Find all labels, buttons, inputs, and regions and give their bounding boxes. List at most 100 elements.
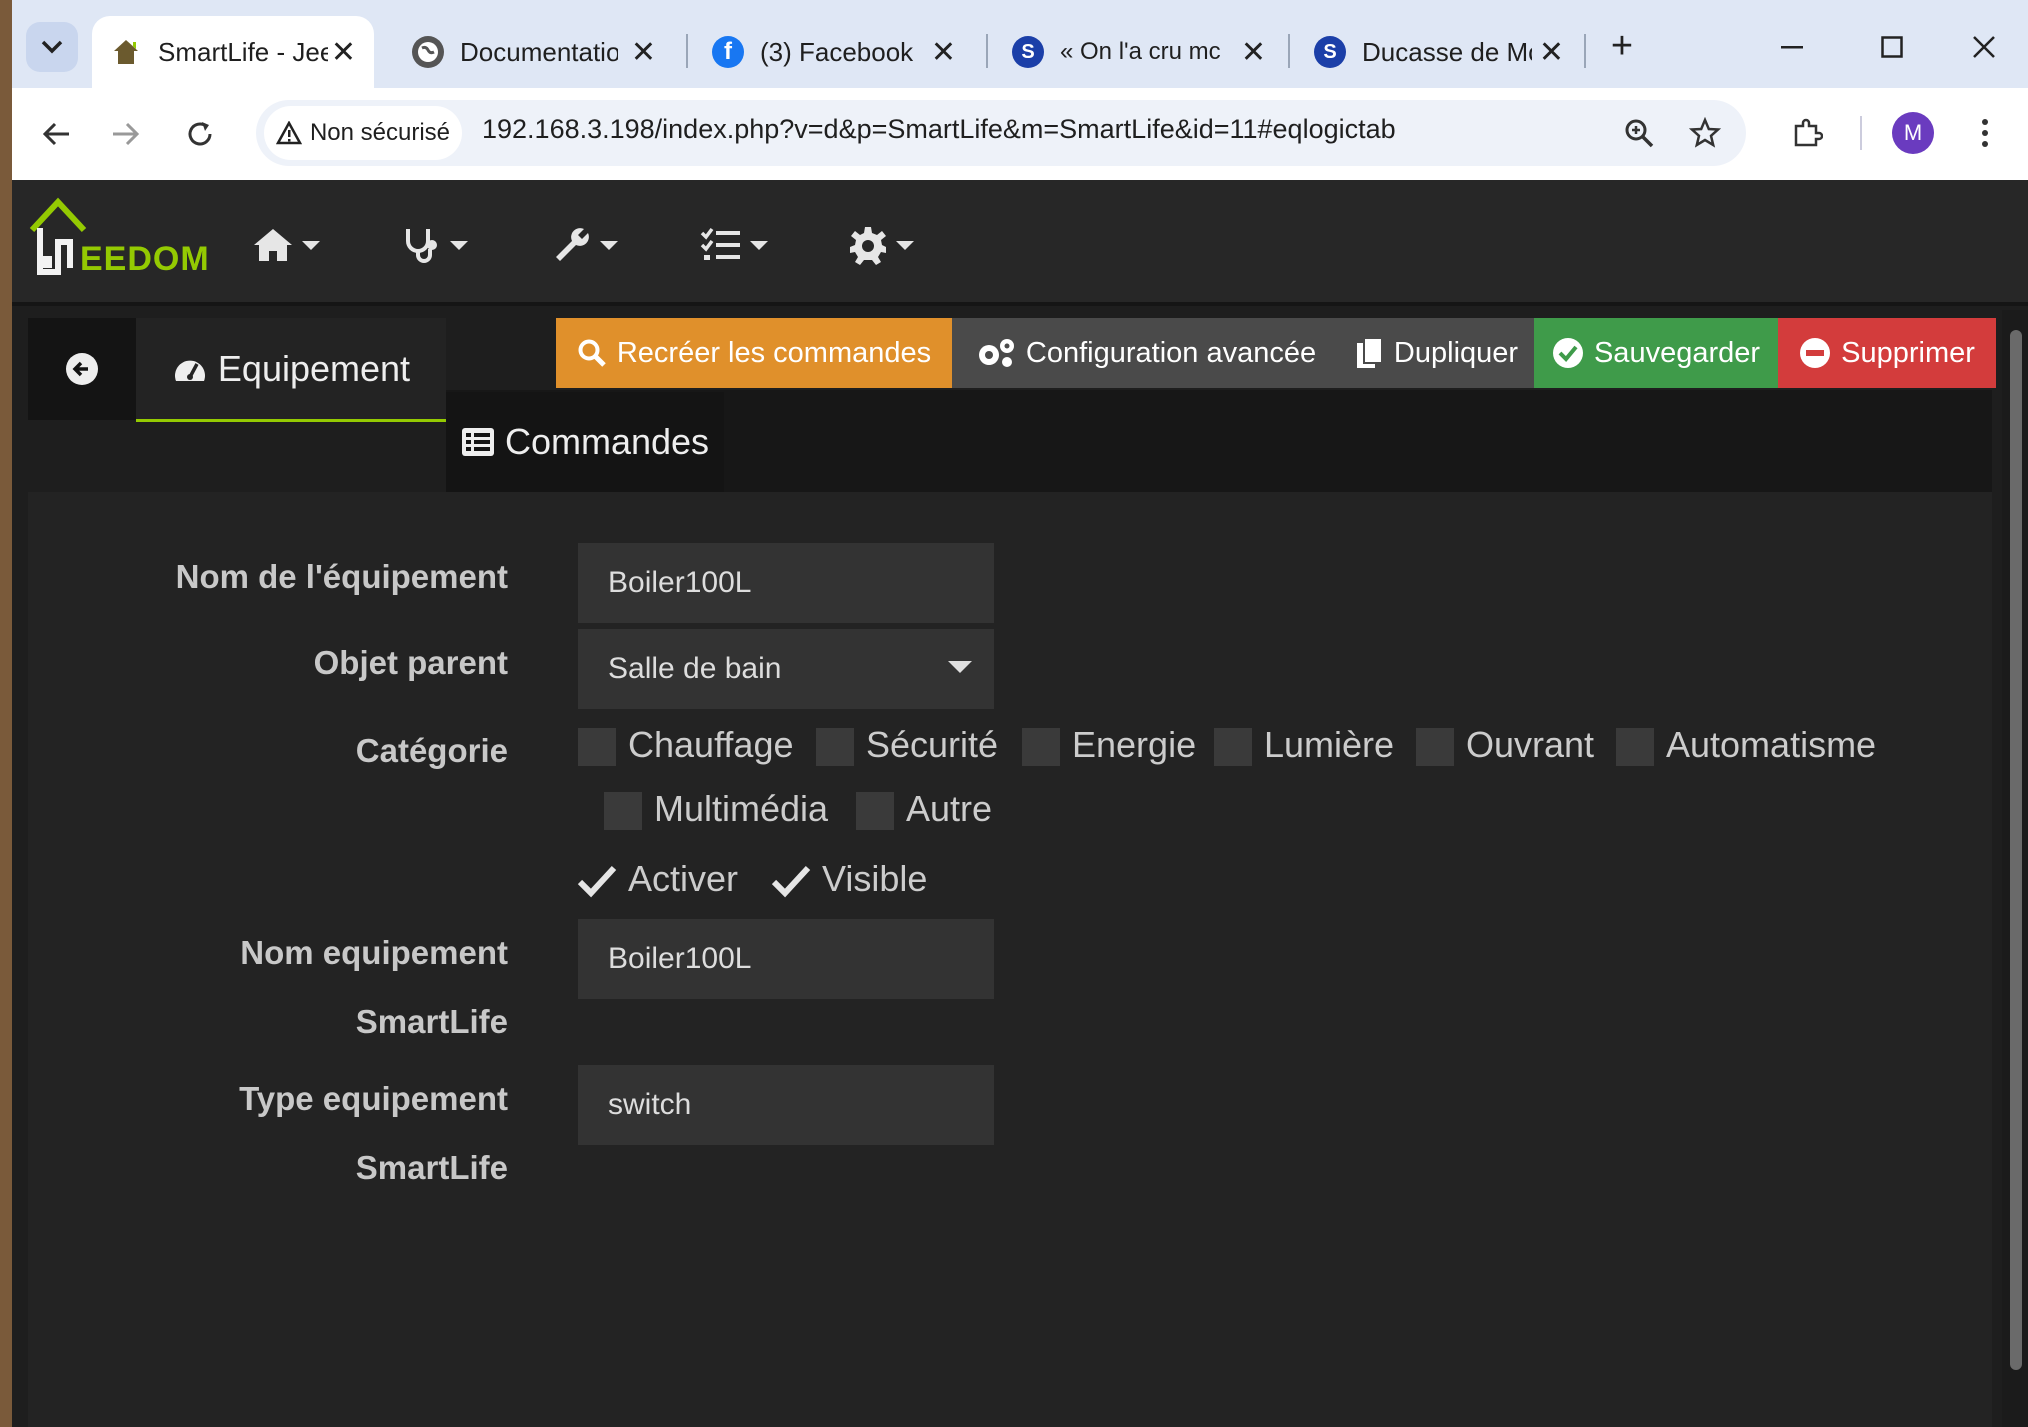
tab-separator bbox=[1288, 34, 1290, 68]
chevron-down-icon bbox=[41, 40, 63, 54]
check-circle-icon bbox=[1552, 338, 1583, 368]
close-tab-icon[interactable]: ✕ bbox=[631, 35, 656, 70]
caret-down-icon bbox=[450, 240, 468, 250]
caret-down-icon bbox=[896, 240, 914, 250]
more-vertical-icon bbox=[1982, 119, 1988, 147]
delete-button[interactable]: Supprimer bbox=[1778, 318, 1996, 388]
close-tab-icon[interactable]: ✕ bbox=[1539, 35, 1564, 70]
wrench-icon bbox=[556, 228, 589, 261]
scrollbar-thumb[interactable] bbox=[2010, 330, 2022, 1370]
advanced-config-button[interactable]: Configuration avancée bbox=[952, 318, 1340, 388]
plugins-menu[interactable] bbox=[700, 218, 768, 272]
maximize-button[interactable] bbox=[1862, 22, 1922, 72]
button-label: Configuration avancée bbox=[1025, 336, 1317, 369]
category-label-autre: Autre bbox=[906, 788, 993, 829]
equipment-name-input[interactable]: Boiler100L bbox=[578, 543, 994, 623]
category-checkbox-autre[interactable] bbox=[856, 792, 894, 830]
close-tab-icon[interactable]: ✕ bbox=[331, 35, 356, 70]
category-label-automatisme: Automatisme bbox=[1666, 724, 1877, 765]
tab-title: SmartLife - Jee bbox=[158, 36, 328, 67]
forward-button[interactable] bbox=[100, 108, 152, 160]
category-label-ouvrant: Ouvrant bbox=[1466, 724, 1595, 765]
tab-article-2[interactable]: S Ducasse de Mc ✕ bbox=[1296, 16, 1582, 88]
smartlife-name-label-line2: SmartLife bbox=[355, 1003, 508, 1040]
visible-checkbox[interactable] bbox=[770, 860, 812, 902]
security-indicator[interactable]: Non sécurisé bbox=[264, 106, 462, 160]
duplicate-button[interactable]: Dupliquer bbox=[1340, 318, 1534, 388]
new-tab-button[interactable]: + bbox=[1602, 25, 1642, 67]
tab-separator bbox=[1584, 34, 1586, 68]
back-to-list-button[interactable] bbox=[28, 318, 136, 420]
arrow-left-icon bbox=[42, 122, 69, 146]
smartlife-type-input[interactable]: switch bbox=[578, 1065, 994, 1145]
tab-commandes[interactable]: Commandes bbox=[446, 392, 724, 492]
category-checkbox-securite[interactable] bbox=[816, 728, 854, 766]
category-checkbox-automatisme[interactable] bbox=[1616, 728, 1654, 766]
back-button[interactable] bbox=[30, 108, 82, 160]
category-checkbox-lumiere[interactable] bbox=[1214, 728, 1252, 766]
category-label-securite: Sécurité bbox=[866, 724, 999, 765]
category-label-lumiere: Lumière bbox=[1264, 724, 1395, 765]
tab-smartlife[interactable]: SmartLife - Jee ✕ bbox=[92, 16, 374, 88]
profile-avatar[interactable]: M bbox=[1892, 112, 1934, 154]
category-label-energie: Energie bbox=[1072, 724, 1197, 765]
smartlife-type-label-line2: SmartLife bbox=[355, 1149, 508, 1186]
close-icon bbox=[1973, 36, 1995, 58]
jeedom-logo-icon[interactable] bbox=[28, 196, 88, 276]
smartlife-name-input[interactable]: Boiler100L bbox=[578, 919, 994, 999]
news-site-icon: S bbox=[1314, 36, 1346, 68]
close-window-button[interactable] bbox=[1954, 22, 2014, 72]
tab-separator bbox=[686, 34, 688, 68]
tab-separator bbox=[986, 34, 988, 68]
tools-menu[interactable] bbox=[552, 218, 618, 272]
category-checkbox-ouvrant[interactable] bbox=[1416, 728, 1454, 766]
dashboard-gauge-icon bbox=[174, 360, 205, 381]
tab-documentation[interactable]: Documentation ✕ bbox=[394, 16, 674, 88]
tab-facebook[interactable]: f (3) Facebook ✕ bbox=[694, 16, 974, 88]
caret-down-icon bbox=[302, 240, 320, 250]
tab-title: Ducasse de Mc bbox=[1362, 36, 1532, 67]
button-label: Recréer les commandes bbox=[616, 336, 932, 369]
close-tab-icon[interactable]: ✕ bbox=[931, 35, 956, 70]
close-tab-icon[interactable]: ✕ bbox=[1241, 35, 1266, 70]
tab-search-button[interactable] bbox=[26, 22, 78, 72]
browser-menu-button[interactable] bbox=[1962, 110, 2008, 156]
arrow-right-icon bbox=[113, 122, 140, 146]
list-check-icon bbox=[700, 227, 740, 260]
category-checkbox-multimedia[interactable] bbox=[604, 792, 642, 830]
category-checkbox-energie[interactable] bbox=[1022, 728, 1060, 766]
bookmark-button[interactable] bbox=[1682, 110, 1728, 156]
save-button[interactable]: Sauvegarder bbox=[1534, 318, 1778, 388]
tab-label: Commandes bbox=[504, 421, 710, 462]
extensions-button[interactable] bbox=[1784, 110, 1830, 156]
parent-object-label: Objet parent bbox=[313, 644, 508, 681]
recreate-commands-button[interactable]: Recréer les commandes bbox=[556, 318, 952, 388]
url-text[interactable]: 192.168.3.198/index.php?v=d&p=SmartLife&… bbox=[482, 114, 1396, 145]
minus-circle-icon bbox=[1800, 338, 1831, 368]
reload-button[interactable] bbox=[174, 108, 226, 160]
stethoscope-icon bbox=[406, 229, 437, 263]
copy-icon bbox=[1356, 337, 1383, 368]
zoom-button[interactable] bbox=[1616, 110, 1662, 156]
category-checkbox-chauffage[interactable] bbox=[578, 728, 616, 766]
smartlife-type-label-line1: Type equipement bbox=[239, 1080, 508, 1117]
settings-menu[interactable] bbox=[848, 218, 914, 272]
facebook-icon: f bbox=[712, 36, 744, 68]
tab-equipement[interactable]: Equipement bbox=[136, 318, 446, 422]
home-menu[interactable] bbox=[252, 218, 320, 272]
category-label: Catégorie bbox=[355, 732, 508, 769]
search-icon bbox=[578, 339, 606, 367]
category-label-multimedia: Multimédia bbox=[654, 788, 829, 829]
analysis-menu[interactable] bbox=[402, 218, 468, 272]
tab-title: (3) Facebook bbox=[760, 36, 914, 67]
logo-text: EEDOM bbox=[80, 240, 210, 278]
minimize-icon bbox=[1781, 46, 1803, 49]
minimize-button[interactable] bbox=[1762, 22, 1822, 72]
tab-article-1[interactable]: S « On l'a cru mc ✕ bbox=[994, 16, 1284, 88]
parent-object-select[interactable]: Salle de bain bbox=[578, 629, 994, 709]
reload-icon bbox=[188, 122, 212, 146]
enable-checkbox[interactable] bbox=[576, 860, 618, 902]
caret-down-icon bbox=[600, 240, 618, 250]
smartlife-name-label-line1: Nom equipement bbox=[240, 934, 508, 971]
zoom-in-icon bbox=[1625, 119, 1654, 148]
